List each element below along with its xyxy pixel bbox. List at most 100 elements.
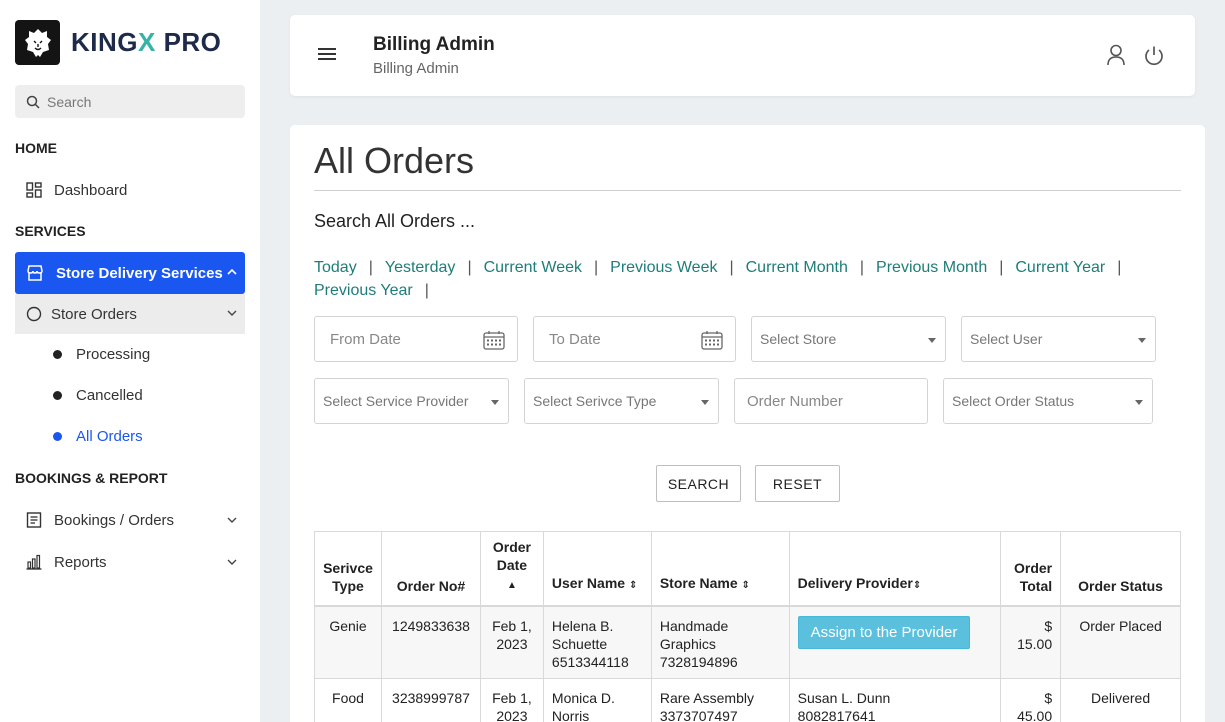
separator: | [368, 259, 373, 276]
header-subtitle: Billing Admin [373, 60, 459, 77]
dashboard-icon [26, 182, 42, 198]
cell-order-date: Feb 1, 2023 [479, 605, 544, 679]
link-previous-year[interactable]: Previous Year [314, 282, 413, 299]
top-header: Billing Admin Billing Admin [290, 15, 1195, 96]
cell-order-status: Delivered [1060, 678, 1181, 722]
separator: | [859, 259, 865, 276]
cell-store-name: Handmade Graphics 7328194896 [650, 605, 790, 679]
col-order-no[interactable]: Order No# [380, 531, 481, 606]
brand-logo[interactable]: KINGX PRO [15, 20, 221, 65]
user-icon[interactable] [1106, 44, 1126, 66]
cell-order-no: 1249833638 [380, 605, 481, 679]
dropdown-value: Select Serivce Type [533, 393, 657, 409]
separator: | [594, 259, 599, 276]
cell-service-type: Genie [314, 605, 382, 679]
select-order-status-dropdown[interactable]: Select Order Status [943, 378, 1153, 424]
cell-user-name: Helena B. Schuette 6513344118 [542, 605, 652, 679]
sidebar-item-label: Reports [54, 553, 107, 571]
circle-icon [26, 306, 42, 322]
select-service-type-dropdown[interactable]: Select Serivce Type [524, 378, 719, 424]
col-user-name[interactable]: User Name ⇕ [542, 531, 652, 606]
from-date-input[interactable] [330, 330, 450, 348]
bullet-icon [53, 391, 62, 400]
cell-delivery-provider: Assign to the Provider [788, 605, 1002, 679]
chevron-down-icon [227, 517, 237, 523]
sort-icon[interactable]: ⇕ [629, 580, 637, 591]
assign-provider-button[interactable]: Assign to the Provider [797, 615, 971, 649]
sidebar-subitem-all-orders[interactable]: All Orders [53, 428, 143, 445]
col-service-type[interactable]: Serivce Type [314, 531, 382, 606]
sidebar-item-label: Dashboard [54, 181, 128, 199]
col-order-status[interactable]: Order Status [1060, 531, 1181, 606]
select-store-dropdown[interactable]: Select Store [751, 316, 946, 362]
link-current-month[interactable]: Current Month [746, 259, 848, 276]
link-today[interactable]: Today [314, 259, 357, 276]
to-date-field[interactable] [533, 316, 736, 362]
link-yesterday[interactable]: Yesterday [385, 259, 456, 276]
order-number-field[interactable] [734, 378, 928, 424]
cell-store-name: Rare Assembly 3373707497 [650, 678, 790, 722]
sort-icon[interactable]: ▲ [507, 580, 517, 591]
sidebar-item-label: Store Delivery Services [56, 264, 223, 282]
section-bookings-report: BOOKINGS & REPORT [15, 470, 168, 486]
caret-down-icon [701, 400, 709, 405]
lion-logo-icon [15, 20, 60, 65]
col-store-name[interactable]: Store Name ⇕ [650, 531, 790, 606]
select-user-dropdown[interactable]: Select User [961, 316, 1156, 362]
bar-chart-icon [26, 554, 42, 570]
calendar-icon[interactable] [701, 330, 723, 350]
cell-service-type: Food [314, 678, 382, 722]
col-order-total[interactable]: Order Total [1000, 531, 1062, 606]
sidebar-item-store-orders[interactable]: Store Orders [15, 294, 245, 334]
hamburger-menu-icon[interactable] [318, 48, 336, 60]
sidebar-item-reports[interactable]: Reports [15, 543, 245, 581]
cell-user-name: Monica D. Norris [542, 678, 652, 722]
separator: | [424, 282, 429, 299]
table-row: Food 3238999787 Feb 1, 2023 Monica D. Norr… [314, 678, 1181, 722]
sidebar-item-label: Bookings / Orders [54, 511, 175, 529]
section-home: HOME [15, 140, 57, 156]
chevron-down-icon [227, 310, 237, 316]
search-heading: Search All Orders ... [314, 211, 476, 231]
to-date-input[interactable] [549, 330, 669, 348]
sidebar: KINGX PRO HOME Dashboard SERVICES Store … [0, 0, 260, 722]
calendar-icon[interactable] [483, 330, 505, 350]
subitem-label: Processing [76, 346, 151, 363]
power-icon[interactable] [1143, 45, 1165, 67]
cell-order-no: 3238999787 [380, 678, 481, 722]
chevron-down-icon [227, 559, 237, 565]
chevron-up-icon [227, 268, 237, 275]
separator: | [1117, 259, 1122, 276]
search-button[interactable]: SEARCH [656, 465, 741, 502]
sidebar-subitem-processing[interactable]: Processing [53, 346, 150, 363]
sort-icon[interactable]: ⇕ [742, 580, 750, 591]
sidebar-item-label: Store Orders [51, 305, 137, 323]
cell-order-status: Order Placed [1060, 605, 1181, 679]
cell-order-total: $45.00 [1000, 678, 1062, 722]
link-previous-month[interactable]: Previous Month [876, 259, 987, 276]
order-number-input[interactable] [747, 392, 917, 410]
list-icon [26, 512, 42, 528]
reset-button[interactable]: RESET [755, 465, 840, 502]
sidebar-item-store-delivery-services[interactable]: Store Delivery Services [15, 252, 245, 294]
col-delivery-provider[interactable]: Delivery Provider⇕ [788, 531, 1002, 606]
sidebar-item-bookings-orders[interactable]: Bookings / Orders [15, 501, 245, 539]
search-input[interactable] [47, 93, 227, 110]
cell-delivery-provider: Susan L. Dunn 8082817641 [788, 678, 1002, 722]
subitem-label: Cancelled [76, 387, 143, 404]
link-current-week[interactable]: Current Week [484, 259, 582, 276]
sidebar-subitem-cancelled[interactable]: Cancelled [53, 387, 143, 404]
col-order-date[interactable]: Order Date ▲ [479, 531, 544, 606]
table-row: Genie 1249833638 Feb 1, 2023 Helena B. Sch… [314, 605, 1181, 679]
sidebar-item-dashboard[interactable]: Dashboard [15, 171, 245, 209]
orders-table: Serivce Type Order No# Order Date ▲ User Na… [314, 531, 1181, 722]
sort-icon[interactable]: ⇕ [913, 580, 921, 591]
link-current-year[interactable]: Current Year [1015, 259, 1105, 276]
sidebar-search[interactable] [15, 85, 245, 118]
from-date-field[interactable] [314, 316, 518, 362]
bullet-icon [53, 432, 62, 441]
dropdown-value: Select Order Status [952, 393, 1075, 409]
caret-down-icon [1138, 338, 1146, 343]
link-previous-week[interactable]: Previous Week [610, 259, 717, 276]
select-service-provider-dropdown[interactable]: Select Service Provider [314, 378, 509, 424]
